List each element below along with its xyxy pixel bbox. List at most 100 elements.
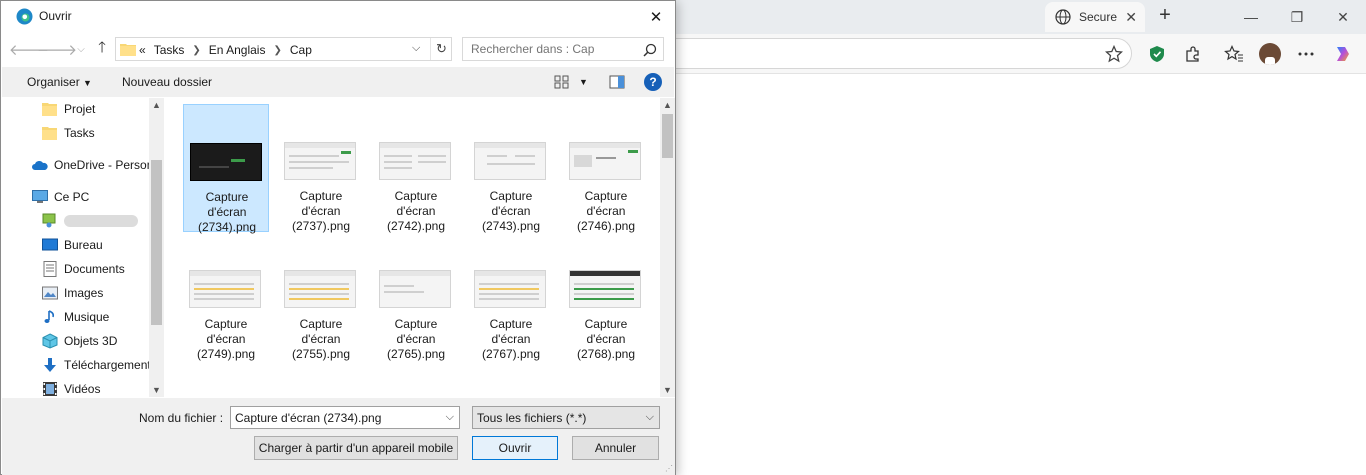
up-arrow-icon[interactable]: 🡑: [92, 39, 112, 59]
favorite-star-icon[interactable]: [1105, 45, 1123, 63]
files-pane-scrollbar[interactable]: ▲ ▼: [660, 98, 675, 397]
file-name-line: Capture: [205, 190, 249, 204]
file-tile[interactable]: Capture d'écran (2765).png: [373, 232, 459, 362]
file-thumbnail: [474, 142, 546, 180]
file-name: Capture d'écran (2755).png: [278, 317, 364, 362]
nav-item-label: Bureau: [64, 238, 103, 252]
nav-item-label: Objets 3D: [64, 334, 118, 348]
nav-item-tasks[interactable]: Tasks: [2, 122, 150, 144]
filename-value[interactable]: Capture d'écran (2734).png: [235, 411, 381, 425]
more-options-icon[interactable]: [1295, 43, 1317, 65]
nav-item-documents[interactable]: Documents: [2, 258, 150, 280]
forward-arrow-icon[interactable]: 🡒: [37, 39, 77, 59]
restore-button[interactable]: ❐: [1274, 0, 1320, 34]
scroll-down-arrow-icon[interactable]: ▼: [660, 385, 675, 395]
scrollbar-thumb[interactable]: [662, 114, 673, 158]
resize-grip-icon[interactable]: ⋰: [665, 464, 673, 473]
file-tile[interactable]: Capture d'écran (2743).png: [468, 104, 554, 233]
scroll-down-arrow-icon[interactable]: ▼: [149, 385, 163, 395]
path-dropdown-chevron-icon[interactable]: ⌵: [412, 42, 420, 55]
file-name-line: d'écran: [301, 332, 341, 346]
file-name-line: Capture: [394, 317, 438, 331]
nav-item-user-drive[interactable]: [2, 210, 150, 232]
copilot-icon[interactable]: [1332, 43, 1354, 65]
profile-avatar[interactable]: [1259, 43, 1281, 65]
help-icon[interactable]: ?: [644, 73, 662, 91]
chevron-right-icon[interactable]: ❯: [273, 45, 281, 56]
redacted-label: [64, 215, 138, 227]
folder-icon: [120, 44, 136, 56]
nav-item-videos[interactable]: Vidéos: [2, 378, 150, 397]
shield-icon[interactable]: [1146, 43, 1168, 65]
favorites-icon[interactable]: [1223, 43, 1245, 65]
nav-pane-scrollbar[interactable]: ▲ ▼: [149, 98, 163, 397]
open-button[interactable]: Ouvrir: [472, 436, 558, 460]
file-tile[interactable]: Capture d'écran (2742).png: [373, 104, 459, 233]
file-tile[interactable]: Capture d'écran (2737).png: [278, 104, 364, 234]
nav-item-musique[interactable]: Musique: [2, 306, 150, 328]
breadcrumb-tasks[interactable]: Tasks: [154, 43, 185, 57]
view-options-icon[interactable]: [554, 75, 570, 89]
close-window-button[interactable]: ✕: [1320, 0, 1366, 34]
nav-item-onedrive[interactable]: OneDrive - Person: [2, 154, 150, 176]
scroll-up-arrow-icon[interactable]: ▲: [660, 100, 675, 110]
file-name-line: d'écran: [396, 332, 436, 346]
file-tile[interactable]: Capture d'écran (2734).png: [183, 104, 269, 234]
file-tile[interactable]: Capture d'écran (2755).png: [278, 232, 364, 362]
documents-icon: [43, 261, 57, 277]
tab-close-icon[interactable]: ✕: [1125, 9, 1137, 26]
nav-item-objets-3d[interactable]: Objets 3D: [2, 330, 150, 352]
file-tile[interactable]: Capture d'écran (2749).png: [183, 232, 269, 361]
nav-item-label: Tasks: [64, 126, 95, 140]
address-bar[interactable]: [660, 38, 1132, 69]
nav-item-images[interactable]: Images: [2, 282, 150, 304]
file-tile[interactable]: Capture d'écran (2767).png: [468, 232, 554, 361]
new-tab-button[interactable]: +: [1153, 4, 1177, 28]
help-label: ?: [649, 75, 657, 89]
filename-field[interactable]: Capture d'écran (2734).png ⌵: [230, 406, 460, 429]
extensions-icon[interactable]: [1182, 43, 1204, 65]
recent-dropdown-chevron-icon[interactable]: ⌵: [71, 39, 91, 59]
address-path-box[interactable]: « Tasks ❯ En Anglais ❯ Cap ⌵ ↻: [115, 37, 452, 61]
new-folder-button[interactable]: Nouveau dossier: [122, 75, 212, 89]
nav-item-label: Ce PC: [54, 190, 90, 204]
view-dropdown-caret-icon[interactable]: ▼: [579, 77, 588, 87]
search-input[interactable]: [469, 41, 639, 57]
preview-pane-icon[interactable]: [609, 75, 625, 89]
nav-item-ce-pc[interactable]: Ce PC: [2, 186, 150, 208]
file-thumbnail: [569, 142, 641, 180]
chevron-right-icon[interactable]: ❯: [192, 45, 200, 56]
file-name-line: Capture: [584, 189, 628, 203]
file-name-line: Capture: [299, 189, 343, 203]
browser-tab[interactable]: Secure ✕: [1045, 2, 1145, 32]
breadcrumb-overflow[interactable]: «: [139, 43, 146, 57]
file-tile[interactable]: Capture d'écran (2746).png: [563, 104, 649, 233]
minimize-button[interactable]: —: [1228, 0, 1274, 34]
file-name: Capture d'écran (2765).png: [373, 317, 459, 362]
search-box[interactable]: [462, 37, 664, 61]
nav-item-projet[interactable]: Projet: [2, 98, 150, 120]
nav-item-label: Musique: [64, 310, 110, 324]
breadcrumb-cap[interactable]: Cap: [290, 43, 312, 57]
nav-item-bureau[interactable]: Bureau: [2, 234, 150, 256]
file-type-select[interactable]: Tous les fichiers (*.*) ⌵: [472, 406, 660, 429]
nav-item-label: Documents: [64, 262, 125, 276]
breadcrumb-en-anglais[interactable]: En Anglais: [209, 43, 266, 57]
file-name: Capture d'écran (2768).png: [563, 317, 649, 362]
chevron-down-icon[interactable]: ⌵: [646, 411, 654, 424]
file-tile[interactable]: Capture d'écran (2768).png: [563, 232, 649, 362]
refresh-icon[interactable]: ↻: [430, 38, 452, 60]
chevron-down-icon[interactable]: ⌵: [446, 411, 454, 424]
file-thumbnail: [284, 270, 356, 308]
user-drive-icon: [42, 213, 56, 228]
nav-item-telechargements[interactable]: Téléchargements: [2, 354, 150, 376]
dialog-close-icon[interactable]: ✕: [643, 4, 669, 30]
organize-button[interactable]: Organiser ▼: [27, 75, 92, 89]
scroll-up-arrow-icon[interactable]: ▲: [149, 100, 163, 110]
scrollbar-thumb[interactable]: [151, 160, 162, 325]
cancel-button[interactable]: Annuler: [572, 436, 659, 460]
upload-from-mobile-button[interactable]: Charger à partir d'un appareil mobile: [254, 436, 458, 460]
file-name: Capture d'écran (2737).png: [278, 189, 364, 234]
file-name-line: Capture: [299, 317, 343, 331]
search-icon[interactable]: [643, 43, 657, 57]
